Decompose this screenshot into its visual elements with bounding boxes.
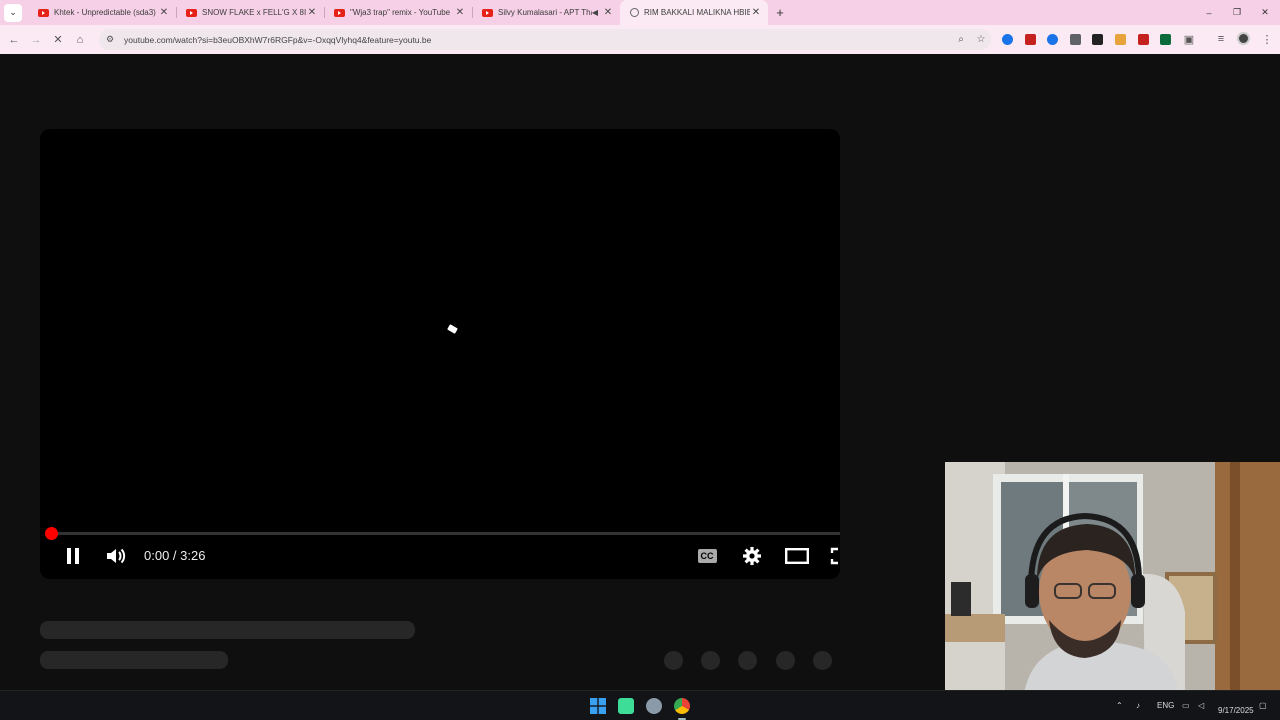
site-info-icon[interactable]: ⚙ <box>104 34 116 45</box>
current-time: 0:00 <box>144 548 170 563</box>
captions-button[interactable]: CC <box>694 544 720 568</box>
time-display: 0:00 / 3:26 <box>144 548 206 563</box>
home-button[interactable]: ⌂ <box>69 29 91 51</box>
action-placeholder <box>664 651 683 670</box>
chrome-icon[interactable] <box>674 698 690 714</box>
close-window-button[interactable]: ✕ <box>1251 0 1279 25</box>
browser-tab[interactable]: Khtek - Unpredictable (sda3) Fr ✕ <box>28 0 176 25</box>
close-tab-icon[interactable]: ✕ <box>158 7 170 18</box>
action-placeholder <box>813 651 832 670</box>
stop-loading-button[interactable]: ✕ <box>47 29 69 51</box>
duration: 3:26 <box>180 548 206 563</box>
url-text[interactable]: youtube.com/watch?si=b3euOBXhW7r6RGFp&v=… <box>124 35 951 45</box>
webcam-overlay <box>945 462 1280 702</box>
minimize-icon: – <box>1206 7 1212 18</box>
loading-spinner <box>447 324 458 334</box>
extension-icon[interactable] <box>1115 34 1126 45</box>
youtube-icon <box>186 8 197 17</box>
new-tab-button[interactable]: + <box>770 5 790 20</box>
reading-list-button[interactable]: ≡ <box>1210 28 1232 50</box>
action-placeholder <box>701 651 720 670</box>
tab-search-button[interactable]: ⌄ <box>4 3 22 22</box>
date-display[interactable]: 9/17/2025 <box>1218 706 1254 715</box>
tray-chevron-icon[interactable]: ⌃ <box>1116 701 1123 710</box>
extension-icon[interactable] <box>1160 34 1172 45</box>
tab-title: Silvy Kumalasari - APT Thai <box>498 8 592 17</box>
streaming-app-icon[interactable] <box>618 698 634 714</box>
video-player[interactable]: 0:00 / 3:26 CC <box>40 129 840 579</box>
windows-start-icon[interactable] <box>590 698 606 714</box>
browser-tab[interactable]: Silvy Kumalasari - APT Thai ◀ ✕ <box>472 0 620 25</box>
chevron-down-icon: ⌄ <box>9 7 17 17</box>
tab-audio-icon[interactable]: ◀ <box>592 8 598 17</box>
theater-mode-icon <box>785 548 809 564</box>
close-tab-icon[interactable]: ✕ <box>602 7 614 18</box>
browser-tab[interactable]: "Wja3 trap" remix - YouTube ✕ <box>324 0 472 25</box>
webcam-feed-image <box>945 462 1280 702</box>
puzzle-icon: ▣ <box>1183 33 1195 46</box>
extension-icon[interactable] <box>1002 34 1013 45</box>
globe-icon <box>630 8 639 17</box>
volume-icon <box>107 548 126 564</box>
pause-button[interactable] <box>62 544 84 568</box>
theater-mode-button[interactable] <box>784 544 810 568</box>
restore-button[interactable]: ❐ <box>1223 0 1251 25</box>
settings-icon <box>743 547 761 565</box>
progress-bar[interactable] <box>51 532 840 535</box>
youtube-icon <box>334 8 345 17</box>
pause-icon <box>67 548 79 564</box>
captions-icon: CC <box>697 549 717 563</box>
close-tab-icon[interactable]: ✕ <box>750 7 762 18</box>
arrow-right-icon: → <box>30 33 42 46</box>
extension-icon[interactable] <box>1137 34 1149 45</box>
language-indicator[interactable]: ENG <box>1157 701 1174 710</box>
forward-button[interactable]: → <box>25 29 47 51</box>
mute-button[interactable] <box>104 544 128 568</box>
tab-title: RIM BAKKALI MALIKNA HBIBNA <box>644 8 750 17</box>
restore-icon: ❐ <box>1232 7 1242 17</box>
settings-button[interactable] <box>740 544 764 568</box>
microphone-icon[interactable]: ♪ <box>1136 701 1140 710</box>
youtube-icon <box>482 8 493 17</box>
os-taskbar: ⌃ ♪ ENG ▭ ◁ 9/17/2025 ▢ <box>0 690 1280 720</box>
fullscreen-icon <box>830 547 838 565</box>
settings-app-icon[interactable] <box>646 698 662 714</box>
list-icon: ≡ <box>1217 33 1225 45</box>
youtube-icon <box>38 8 49 17</box>
speaker-icon[interactable]: ◁ <box>1198 701 1204 710</box>
close-icon: ✕ <box>53 34 63 46</box>
home-icon: ⌂ <box>76 33 84 46</box>
browser-menu-button[interactable]: ⋮ <box>1256 28 1278 50</box>
close-tab-icon[interactable]: ✕ <box>306 7 318 18</box>
progress-scrubber[interactable] <box>45 527 58 540</box>
action-placeholder <box>738 651 757 670</box>
kebab-menu-icon: ⋮ <box>1261 33 1273 46</box>
extension-icon[interactable] <box>1024 34 1036 45</box>
browser-tab[interactable]: SNOW FLAKE x FELL'G X 8IRD (l✕ <box>176 0 324 25</box>
tab-title: SNOW FLAKE x FELL'G X 8IRD (l <box>202 8 306 17</box>
channel-placeholder <box>40 651 228 669</box>
network-icon[interactable]: ▭ <box>1182 701 1190 710</box>
browser-tab[interactable]: RIM BAKKALI MALIKNA HBIBNA✕ <box>620 0 768 25</box>
close-icon: ✕ <box>1261 7 1269 17</box>
profile-avatar[interactable] <box>1237 32 1250 45</box>
notification-icon[interactable]: ▢ <box>1259 701 1267 710</box>
bookmark-star-icon[interactable]: ☆ <box>971 34 991 45</box>
tab-title: "Wja3 trap" remix - YouTube <box>350 8 451 17</box>
back-button[interactable]: ← <box>3 29 25 51</box>
arrow-left-icon: ← <box>8 33 20 46</box>
tab-strip: ⌄ Khtek - Unpredictable (sda3) Fr ✕ SNOW F… <box>0 0 1280 25</box>
tab-title: Khtek - Unpredictable (sda3) Fr <box>54 8 158 17</box>
minimize-button[interactable]: – <box>1195 0 1223 25</box>
zoom-icon[interactable]: ⌕ <box>951 34 971 45</box>
extension-icon[interactable] <box>1069 34 1081 45</box>
extension-icon[interactable] <box>1092 34 1104 45</box>
extensions-button[interactable]: ▣ <box>1178 28 1200 50</box>
action-placeholder <box>776 651 795 670</box>
close-tab-icon[interactable]: ✕ <box>454 7 466 18</box>
fullscreen-button[interactable] <box>830 544 840 568</box>
title-placeholder <box>40 621 415 639</box>
address-bar[interactable]: ⚙ youtube.com/watch?si=b3euOBXhW7r6RGFp&… <box>99 29 991 50</box>
